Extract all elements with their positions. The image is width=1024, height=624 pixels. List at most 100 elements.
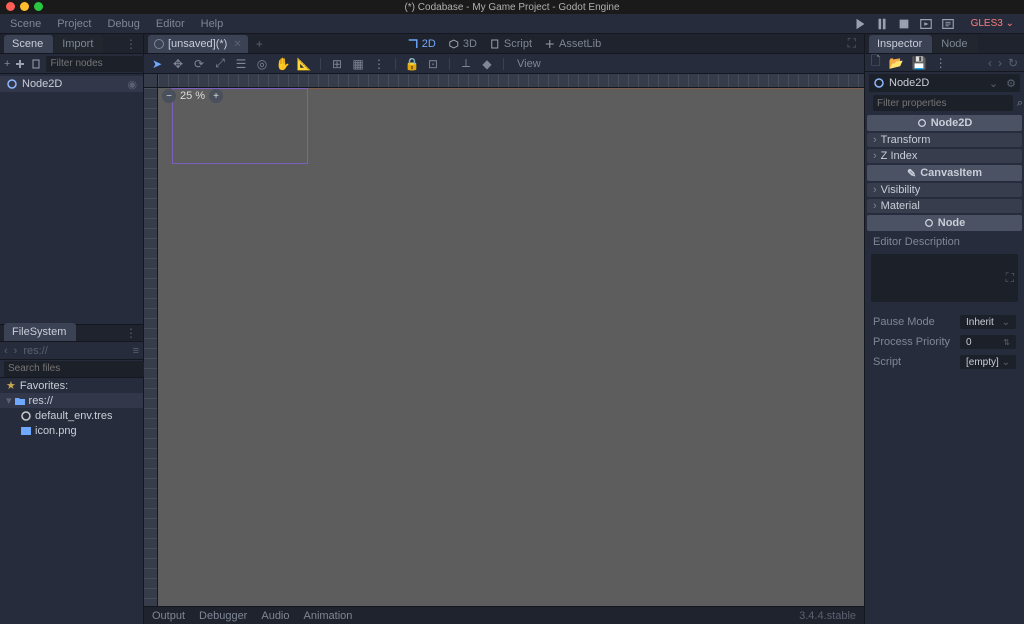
- rotate-tool-icon[interactable]: ⟳: [192, 57, 206, 71]
- filesystem-file[interactable]: default_env.tres: [0, 408, 143, 423]
- favorites-header[interactable]: ★ Favorites:: [0, 378, 143, 393]
- bottom-tab-output[interactable]: Output: [152, 610, 185, 622]
- 2d-viewport[interactable]: + − 25 % +: [144, 74, 864, 606]
- section-node2d[interactable]: Node2D: [867, 115, 1022, 131]
- snap-options-icon[interactable]: ⋮: [372, 57, 386, 71]
- move-tool-icon[interactable]: ✥: [171, 57, 185, 71]
- workspace-script[interactable]: Script: [489, 38, 532, 50]
- filesystem-search-input[interactable]: [4, 361, 144, 377]
- new-scene-tab-button[interactable]: +: [256, 37, 263, 51]
- bottom-tab-audio[interactable]: Audio: [261, 610, 289, 622]
- renderer-selector[interactable]: GLES3 ⌄: [971, 18, 1014, 29]
- dropdown-icon[interactable]: ⌄: [989, 77, 998, 90]
- group-z-index[interactable]: Z Index: [867, 149, 1022, 163]
- nav-path[interactable]: res://: [23, 345, 47, 357]
- view-menu[interactable]: View: [513, 58, 545, 70]
- stop-icon[interactable]: [897, 17, 911, 31]
- folder-icon: [14, 395, 26, 407]
- pause-icon[interactable]: [875, 17, 889, 31]
- chevron-down-icon: ▾: [6, 394, 12, 407]
- open-resource-icon[interactable]: 📂: [889, 56, 904, 70]
- scene-tree-root[interactable]: Node2D ◉: [0, 76, 143, 92]
- dock-options-icon[interactable]: ⋮: [125, 37, 137, 51]
- history-forward-icon[interactable]: ›: [998, 56, 1002, 70]
- close-window-button[interactable]: [6, 2, 15, 11]
- menu-project[interactable]: Project: [57, 18, 91, 30]
- select-tool-icon[interactable]: ➤: [150, 57, 164, 71]
- search-icon[interactable]: ⌕: [1017, 95, 1023, 111]
- scene-tab-current[interactable]: [unsaved](*) ✕: [148, 35, 248, 53]
- add-node-button[interactable]: +: [4, 56, 10, 72]
- visibility-toggle-icon[interactable]: ◉: [127, 78, 137, 91]
- lock-icon[interactable]: 🔒: [405, 57, 419, 71]
- animation-key-icon[interactable]: ◆: [480, 57, 494, 71]
- play-project-icon[interactable]: [853, 17, 867, 31]
- dock-options-icon[interactable]: ⋮: [125, 326, 137, 340]
- folder-label: res://: [29, 395, 53, 407]
- bottom-tab-debugger[interactable]: Debugger: [199, 610, 247, 622]
- scene-tree[interactable]: Node2D ◉: [0, 74, 143, 324]
- play-scene-icon[interactable]: [919, 17, 933, 31]
- inspected-object-field[interactable]: Node2D ⌄ ⚙: [869, 74, 1020, 92]
- script-dropdown[interactable]: [empty]: [960, 355, 1016, 369]
- menu-help[interactable]: Help: [201, 18, 224, 30]
- zoom-level[interactable]: 25 %: [180, 90, 205, 102]
- ruler-horizontal[interactable]: [158, 74, 864, 88]
- editor-description-field[interactable]: ⛶: [871, 254, 1018, 302]
- menu-editor[interactable]: Editor: [156, 18, 185, 30]
- close-tab-icon[interactable]: ✕: [233, 39, 241, 50]
- zoom-out-button[interactable]: −: [162, 89, 176, 103]
- minimize-window-button[interactable]: [20, 2, 29, 11]
- snap-grid-icon[interactable]: ▦: [351, 57, 365, 71]
- ruler-vertical[interactable]: [144, 88, 158, 606]
- history-back-icon[interactable]: ‹: [988, 56, 992, 70]
- tab-scene[interactable]: Scene: [4, 35, 53, 53]
- menu-debug[interactable]: Debug: [107, 18, 139, 30]
- pivot-tool-icon[interactable]: ◎: [255, 57, 269, 71]
- inspector-extra-icon[interactable]: ⋮: [935, 56, 947, 70]
- tab-import[interactable]: Import: [54, 35, 103, 53]
- bottom-tab-animation[interactable]: Animation: [304, 610, 353, 622]
- instance-scene-button[interactable]: [14, 56, 26, 72]
- group-icon[interactable]: ⊡: [426, 57, 440, 71]
- section-canvasitem[interactable]: ✎ CanvasItem: [867, 165, 1022, 181]
- history-menu-icon[interactable]: ↻: [1008, 56, 1018, 70]
- tab-inspector[interactable]: Inspector: [869, 35, 932, 53]
- filesystem-dock-tabs: FileSystem ⋮: [0, 324, 143, 342]
- object-tools-icon[interactable]: ⚙: [1006, 77, 1016, 90]
- filesystem-folder-root[interactable]: ▾ res://: [0, 393, 143, 408]
- nav-forward-button[interactable]: ›: [14, 345, 18, 357]
- filesystem-menu-icon[interactable]: ≡: [133, 345, 139, 357]
- maximize-window-button[interactable]: [34, 2, 43, 11]
- process-priority-input[interactable]: 0: [960, 335, 1016, 349]
- save-resource-icon[interactable]: 💾: [912, 56, 927, 70]
- bone-icon[interactable]: ⟂: [459, 57, 473, 71]
- filesystem-file[interactable]: icon.png: [0, 423, 143, 438]
- filter-properties-input[interactable]: [873, 95, 1013, 111]
- filesystem-tree[interactable]: ★ Favorites: ▾ res:// default_env.tres i…: [0, 378, 143, 624]
- window-controls: [6, 2, 43, 11]
- snap-toggle-icon[interactable]: ⊞: [330, 57, 344, 71]
- list-select-icon[interactable]: ☰: [234, 57, 248, 71]
- tab-node[interactable]: Node: [933, 35, 977, 53]
- ruler-tool-icon[interactable]: 📐: [297, 57, 311, 71]
- workspace-assetlib[interactable]: AssetLib: [544, 38, 601, 50]
- expand-icon[interactable]: ⛶: [1006, 271, 1014, 286]
- scale-tool-icon[interactable]: ⤢: [213, 57, 227, 71]
- section-node[interactable]: Node: [867, 215, 1022, 231]
- pan-tool-icon[interactable]: ✋: [276, 57, 290, 71]
- menu-scene[interactable]: Scene: [10, 18, 41, 30]
- zoom-in-button[interactable]: +: [209, 89, 223, 103]
- distraction-free-icon[interactable]: ⛶: [848, 36, 856, 51]
- workspace-2d[interactable]: 2D: [407, 38, 436, 50]
- group-transform[interactable]: Transform: [867, 133, 1022, 147]
- group-material[interactable]: Material: [867, 199, 1022, 213]
- group-visibility[interactable]: Visibility: [867, 183, 1022, 197]
- nav-back-button[interactable]: ‹: [4, 345, 8, 357]
- play-custom-scene-icon[interactable]: [941, 17, 955, 31]
- workspace-3d[interactable]: 3D: [448, 38, 477, 50]
- pause-mode-dropdown[interactable]: Inherit: [960, 315, 1016, 329]
- tab-filesystem[interactable]: FileSystem: [4, 323, 76, 341]
- new-resource-icon[interactable]: 🗋: [871, 52, 881, 73]
- attach-script-button[interactable]: [30, 56, 42, 72]
